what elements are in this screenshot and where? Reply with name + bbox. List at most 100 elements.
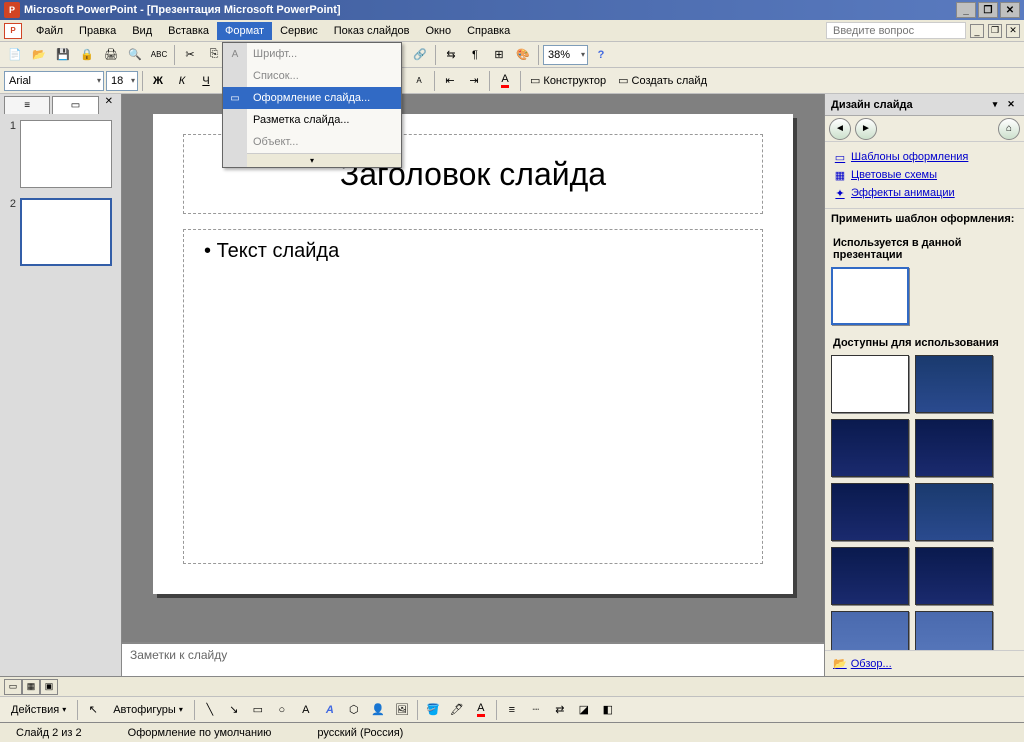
actions-menu[interactable]: Действия ▾ <box>4 699 73 721</box>
decrease-indent-button[interactable]: ⇤ <box>439 70 461 92</box>
template-item[interactable] <box>831 611 909 650</box>
hyperlink-button[interactable]: 🔗 <box>409 44 431 66</box>
restore-button[interactable]: ❐ <box>978 2 998 18</box>
spellcheck-button[interactable]: ABC <box>148 44 170 66</box>
nav-back-button[interactable]: ◄ <box>829 118 851 140</box>
template-item[interactable] <box>915 547 993 605</box>
template-item[interactable] <box>915 611 993 650</box>
oval-button[interactable]: ○ <box>271 699 293 721</box>
line-button[interactable]: ╲ <box>199 699 221 721</box>
menu-file[interactable]: Файл <box>28 22 71 40</box>
template-item[interactable] <box>831 483 909 541</box>
arrow-button[interactable]: ↘ <box>223 699 245 721</box>
menu-item-font[interactable]: A Шрифт... <box>223 43 401 65</box>
menu-help[interactable]: Справка <box>459 22 518 40</box>
diagram-button[interactable]: ⬡ <box>343 699 365 721</box>
menu-edit[interactable]: Правка <box>71 22 124 40</box>
menu-tools[interactable]: Сервис <box>272 22 326 40</box>
expand-button[interactable]: ⇆ <box>440 44 462 66</box>
doc-restore-button[interactable]: ❐ <box>988 24 1002 38</box>
minimize-button[interactable]: _ <box>956 2 976 18</box>
template-item[interactable] <box>915 355 993 413</box>
zoom-dropdown[interactable]: 38% <box>543 45 588 65</box>
menu-slideshow[interactable]: Показ слайдов <box>326 22 418 40</box>
template-item[interactable] <box>831 419 909 477</box>
browse-link[interactable]: 📂 Обзор... <box>825 650 1024 676</box>
slide-thumbnail-1[interactable] <box>20 120 112 188</box>
slide-thumbnail-2[interactable] <box>20 198 112 266</box>
slideshow-view-button[interactable]: ▣ <box>40 679 58 695</box>
permission-button[interactable]: 🔒 <box>76 44 98 66</box>
menu-item-slide-design[interactable]: ▭ Оформление слайда... <box>223 87 401 109</box>
outline-tab[interactable]: ≡ <box>4 96 50 114</box>
doc-icon[interactable]: P <box>4 23 22 39</box>
fill-color-button[interactable]: 🪣 <box>422 699 444 721</box>
task-pane-dropdown[interactable]: ▾ <box>988 98 1002 112</box>
menu-item-slide-layout[interactable]: Разметка слайда... <box>223 109 401 131</box>
save-button[interactable]: 💾 <box>52 44 74 66</box>
font-color-button[interactable]: A <box>494 70 516 92</box>
help-button[interactable]: ? <box>590 44 612 66</box>
notes-pane[interactable]: Заметки к слайду <box>122 642 824 676</box>
doc-close-button[interactable]: ✕ <box>1006 24 1020 38</box>
line-style-button[interactable]: ≡ <box>501 699 523 721</box>
template-item[interactable] <box>915 483 993 541</box>
arrow-style-button[interactable]: ⇄ <box>549 699 571 721</box>
new-slide-button[interactable]: ▭ Создать слайд <box>613 70 712 92</box>
show-format-button[interactable]: ¶ <box>464 44 486 66</box>
nav-home-button[interactable]: ⌂ <box>998 118 1020 140</box>
menu-item-object[interactable]: Объект... <box>223 131 401 153</box>
select-button[interactable]: ↖ <box>82 699 104 721</box>
italic-button[interactable]: К <box>171 70 193 92</box>
close-button[interactable]: ✕ <box>1000 2 1020 18</box>
shadow-style-button[interactable]: ◪ <box>573 699 595 721</box>
decrease-font-button[interactable]: A <box>408 70 430 92</box>
rectangle-button[interactable]: ▭ <box>247 699 269 721</box>
menu-format[interactable]: Формат <box>217 22 272 40</box>
increase-indent-button[interactable]: ⇥ <box>463 70 485 92</box>
print-button[interactable]: 🖨 <box>100 44 122 66</box>
design-button[interactable]: ▭ Конструктор <box>525 70 611 92</box>
nav-forward-button[interactable]: ► <box>855 118 877 140</box>
open-button[interactable]: 📂 <box>28 44 50 66</box>
picture-button[interactable]: 🖼 <box>391 699 413 721</box>
template-gallery[interactable]: Используется в данной презентации Доступ… <box>825 229 1024 650</box>
bold-button[interactable]: Ж <box>147 70 169 92</box>
template-item[interactable] <box>915 419 993 477</box>
autoshapes-menu[interactable]: Автофигуры ▾ <box>106 699 190 721</box>
status-language[interactable]: русский (Россия) <box>309 727 411 739</box>
task-pane-close[interactable]: ✕ <box>1004 98 1018 112</box>
grid-button[interactable]: ⊞ <box>488 44 510 66</box>
wordart-button[interactable]: A <box>319 699 341 721</box>
slide-body-placeholder[interactable]: Текст слайда <box>183 229 763 564</box>
cut-button[interactable]: ✂ <box>179 44 201 66</box>
template-current[interactable] <box>831 267 909 325</box>
slide-viewport[interactable]: Заголовок слайда Текст слайда <box>122 94 824 642</box>
template-item[interactable] <box>831 547 909 605</box>
sorter-view-button[interactable]: ▦ <box>22 679 40 695</box>
doc-minimize-button[interactable]: _ <box>970 24 984 38</box>
menu-window[interactable]: Окно <box>418 22 460 40</box>
menu-expand[interactable]: ▾ <box>223 153 401 167</box>
font-name-dropdown[interactable]: Arial <box>4 71 104 91</box>
slide-canvas[interactable]: Заголовок слайда Текст слайда <box>153 114 793 594</box>
menu-insert[interactable]: Вставка <box>160 22 217 40</box>
clipart-button[interactable]: 👤 <box>367 699 389 721</box>
template-item[interactable] <box>831 355 909 413</box>
link-color-schemes[interactable]: ▦ Цветовые схемы <box>833 166 1016 184</box>
3d-style-button[interactable]: ◧ <box>597 699 619 721</box>
slides-tab[interactable]: ▭ <box>52 96 98 114</box>
link-templates[interactable]: ▭ Шаблоны оформления <box>833 148 1016 166</box>
preview-button[interactable]: 🔍 <box>124 44 146 66</box>
panel-close-button[interactable]: ✕ <box>101 96 117 114</box>
ask-question-box[interactable] <box>826 22 966 39</box>
textbox-button[interactable]: A <box>295 699 317 721</box>
menu-item-list[interactable]: Список... <box>223 65 401 87</box>
link-animation[interactable]: ✦ Эффекты анимации <box>833 184 1016 202</box>
dash-style-button[interactable]: ┈ <box>525 699 547 721</box>
menu-view[interactable]: Вид <box>124 22 160 40</box>
color-button[interactable]: 🎨 <box>512 44 534 66</box>
font-color-button-2[interactable]: A <box>470 699 492 721</box>
normal-view-button[interactable]: ▭ <box>4 679 22 695</box>
font-size-dropdown[interactable]: 18 <box>106 71 138 91</box>
